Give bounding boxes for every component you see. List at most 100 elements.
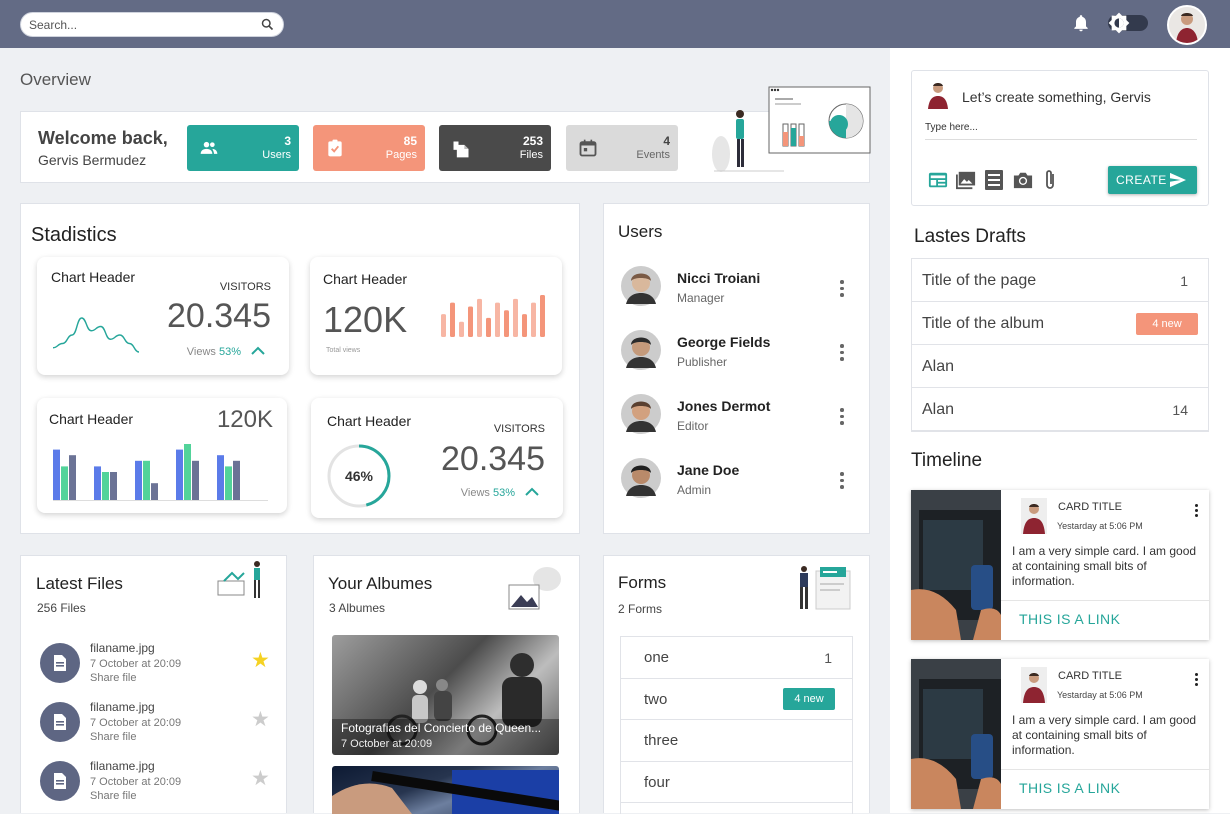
user-name: Nicci Troiani <box>677 270 761 286</box>
grouped-bar-chart <box>53 444 268 501</box>
create-button-label: CREATE <box>1116 173 1167 187</box>
profile-avatar[interactable] <box>1167 5 1207 45</box>
more-vert-icon[interactable] <box>840 344 844 364</box>
timeline-title: Timeline <box>911 450 983 471</box>
list-item-label: Alan <box>922 357 955 375</box>
list-item[interactable]: two 4 new <box>621 679 852 720</box>
right-sidebar: Let’s create something, Gervis Type here… <box>890 48 1230 813</box>
clipboard-check-icon <box>328 139 342 157</box>
bar <box>468 306 473 337</box>
stat-users[interactable]: 3 Users <box>187 125 299 171</box>
calendar-icon <box>579 139 597 157</box>
article-icon[interactable] <box>927 170 949 190</box>
file-date: 7 October at 20:09 <box>90 717 182 729</box>
search-placeholder: Search... <box>29 18 78 32</box>
stat-events[interactable]: 4 Events <box>566 125 678 171</box>
forms-illustration <box>800 566 851 610</box>
timeline-card-text: I am a very simple card. I am good at co… <box>1012 544 1197 588</box>
bar <box>486 317 491 337</box>
page-title: Overview <box>20 70 91 89</box>
user-row[interactable]: George Fields Publisher <box>604 330 869 380</box>
more-vert-icon[interactable] <box>840 472 844 492</box>
list-item[interactable]: filaname.jpg 7 October at 20:09 Share file… <box>21 700 286 750</box>
list-item[interactable]: four <box>621 762 852 803</box>
more-vert-icon[interactable] <box>840 280 844 300</box>
list-item[interactable]: Title of the album 4 new <box>912 302 1208 345</box>
albums-count: 3 Albumes <box>329 601 386 615</box>
share-file-link[interactable]: Share file <box>90 790 136 802</box>
bar <box>176 449 183 500</box>
album-card-2[interactable] <box>332 766 559 814</box>
list-item-label: two <box>644 690 668 708</box>
list-item[interactable]: Title of the page 1 <box>912 259 1208 302</box>
send-icon <box>1170 172 1186 188</box>
bar <box>143 460 150 500</box>
more-vert-icon[interactable] <box>1195 504 1199 519</box>
bell-icon[interactable] <box>1071 12 1091 34</box>
users-title: Users <box>618 222 663 241</box>
timeline-card-avatar <box>1021 667 1047 703</box>
share-file-link[interactable]: Share file <box>90 731 136 743</box>
bar-chart-salmon <box>441 295 545 337</box>
create-button[interactable]: CREATE <box>1108 166 1197 194</box>
stat-files-value: 253 <box>522 134 543 148</box>
attachment-icon[interactable] <box>1042 168 1058 192</box>
statistics-title: Stadistics <box>31 224 117 246</box>
line-chart <box>52 317 140 353</box>
list-item[interactable]: three <box>621 720 852 762</box>
file-date: 7 October at 20:09 <box>90 776 182 788</box>
users-panel: Users Nicci Troiani Manager George Fields P… <box>603 203 870 534</box>
more-vert-icon[interactable] <box>1195 673 1199 688</box>
list-item[interactable]: filaname.jpg 7 October at 20:09 Share file… <box>21 641 286 691</box>
user-row[interactable]: Jones Dermot Editor <box>604 394 869 444</box>
latest-files-panel: Latest Files 256 Files filaname.jpg 7 Oct… <box>20 555 287 813</box>
timeline-card-image <box>911 490 1001 640</box>
bar <box>441 314 446 337</box>
search-icon[interactable] <box>260 17 275 32</box>
user-role: Editor <box>677 419 709 433</box>
theme-toggle[interactable] <box>1108 12 1148 34</box>
stat-files[interactable]: 253 Files <box>439 125 551 171</box>
albums-panel: Your Albumes 3 Albumes Fotografias del C… <box>313 555 580 814</box>
bar <box>135 460 142 500</box>
timeline-card-link[interactable]: THIS IS A LINK <box>1019 780 1120 796</box>
timeline-card: CARD TITLE Yestarday at 5:06 PM I am a ver… <box>911 490 1209 640</box>
chart-card-4: Chart Header VISITORS 20.345 Views 53% 4… <box>311 398 563 518</box>
album-title: Fotografias del Concierto de Queen... <box>341 721 542 735</box>
share-file-link[interactable]: Share file <box>90 672 136 684</box>
users-icon <box>200 141 218 154</box>
star-icon[interactable]: ★ <box>251 648 270 673</box>
timeline-card-link[interactable]: THIS IS A LINK <box>1019 611 1120 627</box>
albums-title: Your Albumes <box>328 574 433 593</box>
bar <box>540 295 545 337</box>
file-name: filaname.jpg <box>90 759 155 773</box>
list-item[interactable]: Alan <box>912 345 1208 388</box>
search-input[interactable]: Search... <box>20 12 284 37</box>
list-item[interactable]: filaname.jpg 7 October at 20:09 Share file… <box>21 759 286 809</box>
forms-title: Forms <box>618 573 667 592</box>
composer-avatar <box>928 83 948 109</box>
list-item-count: 14 <box>1172 401 1188 418</box>
list-item[interactable]: one 1 <box>621 637 852 679</box>
stat-events-value: 4 <box>663 134 670 148</box>
list-document-icon[interactable] <box>984 169 1004 191</box>
more-vert-icon[interactable] <box>840 408 844 428</box>
bar <box>495 302 500 337</box>
chevron-up-icon <box>525 487 539 496</box>
list-item-label: Title of the album <box>922 314 1045 332</box>
star-icon[interactable]: ★ <box>251 766 270 791</box>
photo-library-icon[interactable] <box>955 170 977 190</box>
user-row[interactable]: Nicci Troiani Manager <box>604 266 869 316</box>
user-row[interactable]: Jane Doe Admin <box>604 458 869 508</box>
list-item-label: four <box>644 773 670 791</box>
album-card[interactable]: Fotografias del Concierto de Queen... 7 … <box>332 635 559 755</box>
composer-input[interactable]: Type here... <box>925 116 1197 140</box>
star-icon[interactable]: ★ <box>251 707 270 732</box>
list-item[interactable]: Alan 14 <box>912 388 1208 431</box>
file-avatar <box>40 702 80 742</box>
user-avatar <box>621 394 661 434</box>
list-item-count: 1 <box>1180 272 1188 289</box>
camera-icon[interactable] <box>1012 170 1034 190</box>
timeline-card-title: CARD TITLE <box>1058 501 1122 513</box>
stat-pages[interactable]: 85 Pages <box>313 125 425 171</box>
